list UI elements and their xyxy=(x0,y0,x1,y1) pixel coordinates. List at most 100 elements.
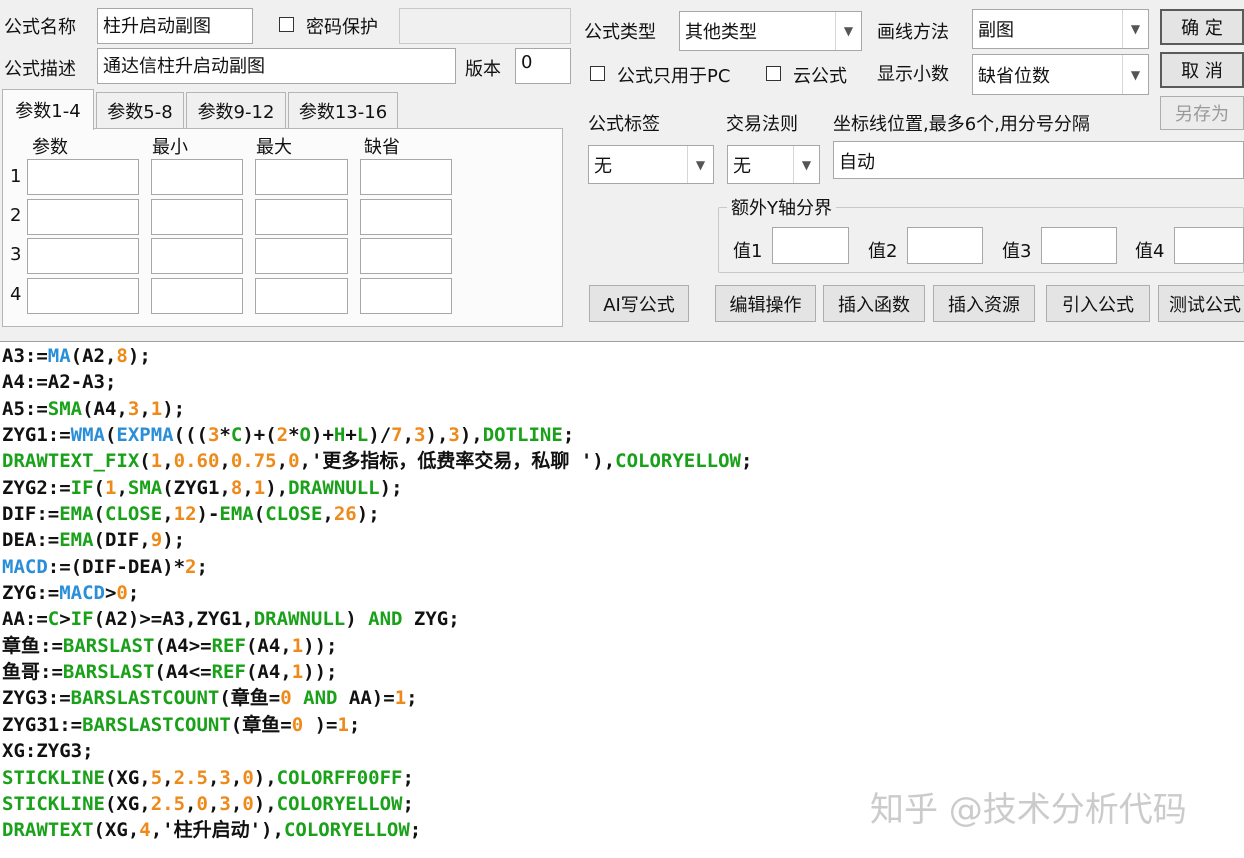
code-token: 章鱼:= xyxy=(2,634,63,657)
param-4-min[interactable] xyxy=(151,278,243,314)
code-token: , xyxy=(322,503,334,526)
cancel-button[interactable]: 取 消 xyxy=(1160,52,1244,88)
insert-function-button[interactable]: 插入函数 xyxy=(823,285,925,322)
pc-only-checkbox[interactable] xyxy=(590,66,605,81)
y-value-4-input[interactable] xyxy=(1174,227,1244,264)
code-token: BARSLASTCOUNT xyxy=(82,713,231,736)
code-token: L xyxy=(356,424,369,447)
y-value-4-label: 值4 xyxy=(1135,241,1165,262)
param-4-name[interactable] xyxy=(27,278,139,314)
param-3-min[interactable] xyxy=(151,238,243,274)
code-token: AND xyxy=(303,687,338,710)
param-3-default[interactable] xyxy=(360,238,452,274)
version-input[interactable]: 0 xyxy=(515,48,571,84)
code-line[interactable]: A4:=A2-A3; xyxy=(2,369,1242,395)
code-token: 0 xyxy=(288,450,300,473)
code-line[interactable]: A3:=MA(A2,8); xyxy=(2,343,1242,369)
code-token: COLORYELLOW xyxy=(276,792,403,815)
chevron-down-icon[interactable]: ▼ xyxy=(1122,55,1148,94)
edit-operations-button[interactable]: 编辑操作 xyxy=(715,285,816,322)
code-line[interactable]: ZYG2:=IF(1,SMA(ZYG1,8,1),DRAWNULL); xyxy=(2,475,1242,501)
save-as-button[interactable]: 另存为 xyxy=(1160,96,1244,130)
code-token: ; xyxy=(406,687,418,710)
param-3-name[interactable] xyxy=(27,238,139,274)
param-4-max[interactable] xyxy=(255,278,348,314)
param-3-max[interactable] xyxy=(255,238,348,274)
coord-line-input[interactable]: 自动 xyxy=(833,141,1244,179)
code-token: BARSLAST xyxy=(62,634,155,657)
y-value-3-input[interactable] xyxy=(1041,227,1117,264)
code-token: DIF:= xyxy=(2,503,60,526)
param-2-max[interactable] xyxy=(255,199,348,235)
code-line[interactable]: ZYG3:=BARSLASTCOUNT(章鱼=0 AND AA)=1; xyxy=(2,685,1242,711)
code-line[interactable]: A5:=SMA(A4,3,1); xyxy=(2,396,1242,422)
chevron-down-icon[interactable]: ▼ xyxy=(793,146,819,183)
password-checkbox[interactable] xyxy=(279,17,294,32)
y-value-1-input[interactable] xyxy=(772,227,849,264)
formula-tag-select[interactable]: 无 ▼ xyxy=(588,145,714,184)
code-token: MACD xyxy=(59,582,105,605)
param-1-min[interactable] xyxy=(151,159,243,195)
code-line[interactable]: DIF:=EMA(CLOSE,12)-EMA(CLOSE,26); xyxy=(2,501,1242,527)
test-formula-button[interactable]: 测试公式 xyxy=(1158,285,1244,322)
tab-params-13-16[interactable]: 参数13-16 xyxy=(288,92,398,128)
param-2-min[interactable] xyxy=(151,199,243,235)
chevron-down-icon[interactable]: ▼ xyxy=(1122,10,1148,48)
code-token: 1 xyxy=(150,450,163,473)
code-line[interactable]: ZYG1:=WMA(EXPMA(((3*C)+(2*O)+H+L)/7,3),3… xyxy=(2,422,1242,448)
code-token: )+ xyxy=(311,424,334,447)
param-4-default[interactable] xyxy=(360,278,452,314)
cloud-formula-checkbox[interactable] xyxy=(766,66,781,81)
code-token: ; xyxy=(196,555,208,578)
param-1-default[interactable] xyxy=(360,159,452,195)
code-line[interactable]: 鱼哥:=BARSLAST(A4<=REF(A4,1)); xyxy=(2,659,1242,685)
tab-params-1-4[interactable]: 参数1-4 xyxy=(2,89,94,130)
code-token: ,'柱升启动'), xyxy=(150,819,284,842)
code-line[interactable]: XG:ZYG3; xyxy=(2,738,1242,764)
param-2-name[interactable] xyxy=(27,199,139,235)
chevron-down-icon[interactable]: ▼ xyxy=(835,12,861,50)
chevron-down-icon[interactable]: ▼ xyxy=(687,146,713,183)
code-token: 3 xyxy=(219,766,231,789)
y-value-1-label: 值1 xyxy=(733,241,763,262)
import-formula-button[interactable]: 引入公式 xyxy=(1046,285,1150,322)
tab-params-9-12[interactable]: 参数9-12 xyxy=(186,92,286,128)
ok-button[interactable]: 确 定 xyxy=(1160,9,1244,45)
code-token: ( xyxy=(104,424,117,447)
code-token: DRAWNULL xyxy=(288,476,380,499)
code-token: ZYG; xyxy=(402,608,460,631)
code-token: H xyxy=(333,424,346,447)
param-1-name[interactable] xyxy=(27,159,139,195)
param-1-max[interactable] xyxy=(255,159,348,195)
code-token: 0 xyxy=(242,792,254,815)
tab-params-5-8[interactable]: 参数5-8 xyxy=(96,92,184,128)
draw-method-select[interactable]: 副图 ▼ xyxy=(972,9,1149,49)
code-line[interactable]: ZYG31:=BARSLASTCOUNT(章鱼=0 )=1; xyxy=(2,712,1242,738)
y-value-2-label: 值2 xyxy=(868,241,898,262)
formula-name-input[interactable]: 柱升启动副图 xyxy=(97,8,253,44)
param-2-default[interactable] xyxy=(360,199,452,235)
code-token: + xyxy=(345,424,357,447)
code-token: 3 xyxy=(414,424,426,447)
code-token: EXPMA xyxy=(116,424,174,447)
code-token: 1 xyxy=(253,476,266,499)
code-line[interactable]: ZYG:=MACD>0; xyxy=(2,580,1242,606)
code-editor[interactable]: A3:=MA(A2,8); A4:=A2-A3; A5:=SMA(A4,3,1); Z… xyxy=(0,341,1244,858)
trade-rule-select[interactable]: 无 ▼ xyxy=(727,145,820,184)
code-line[interactable]: MACD:=(DIF-DEA)*2; xyxy=(2,554,1242,580)
code-line[interactable]: DRAWTEXT_FIX(1,0.60,0.75,0,'更多指标，低费率交易，私… xyxy=(2,448,1242,474)
decimals-select[interactable]: 缺省位数 ▼ xyxy=(972,54,1149,95)
insert-resource-button[interactable]: 插入资源 xyxy=(933,285,1035,322)
formula-type-select[interactable]: 其他类型 ▼ xyxy=(679,11,862,51)
code-token: DRAWNULL xyxy=(253,608,346,631)
y-value-2-input[interactable] xyxy=(907,227,983,264)
code-line[interactable]: AA:=C>IF(A2)>=A3,ZYG1,DRAWNULL) AND ZYG; xyxy=(2,606,1242,632)
code-token: ; xyxy=(562,424,575,447)
params-header-name: 参数 xyxy=(32,137,68,158)
code-line[interactable]: 章鱼:=BARSLAST(A4>=REF(A4,1)); xyxy=(2,633,1242,659)
formula-desc-input[interactable]: 通达信柱升启动副图 xyxy=(97,48,456,84)
ai-write-formula-button[interactable]: AI写公式 xyxy=(589,285,689,322)
code-token: 0.75 xyxy=(230,450,277,473)
code-token: XG:ZYG3; xyxy=(2,740,94,763)
code-line[interactable]: DEA:=EMA(DIF,9); xyxy=(2,527,1242,553)
